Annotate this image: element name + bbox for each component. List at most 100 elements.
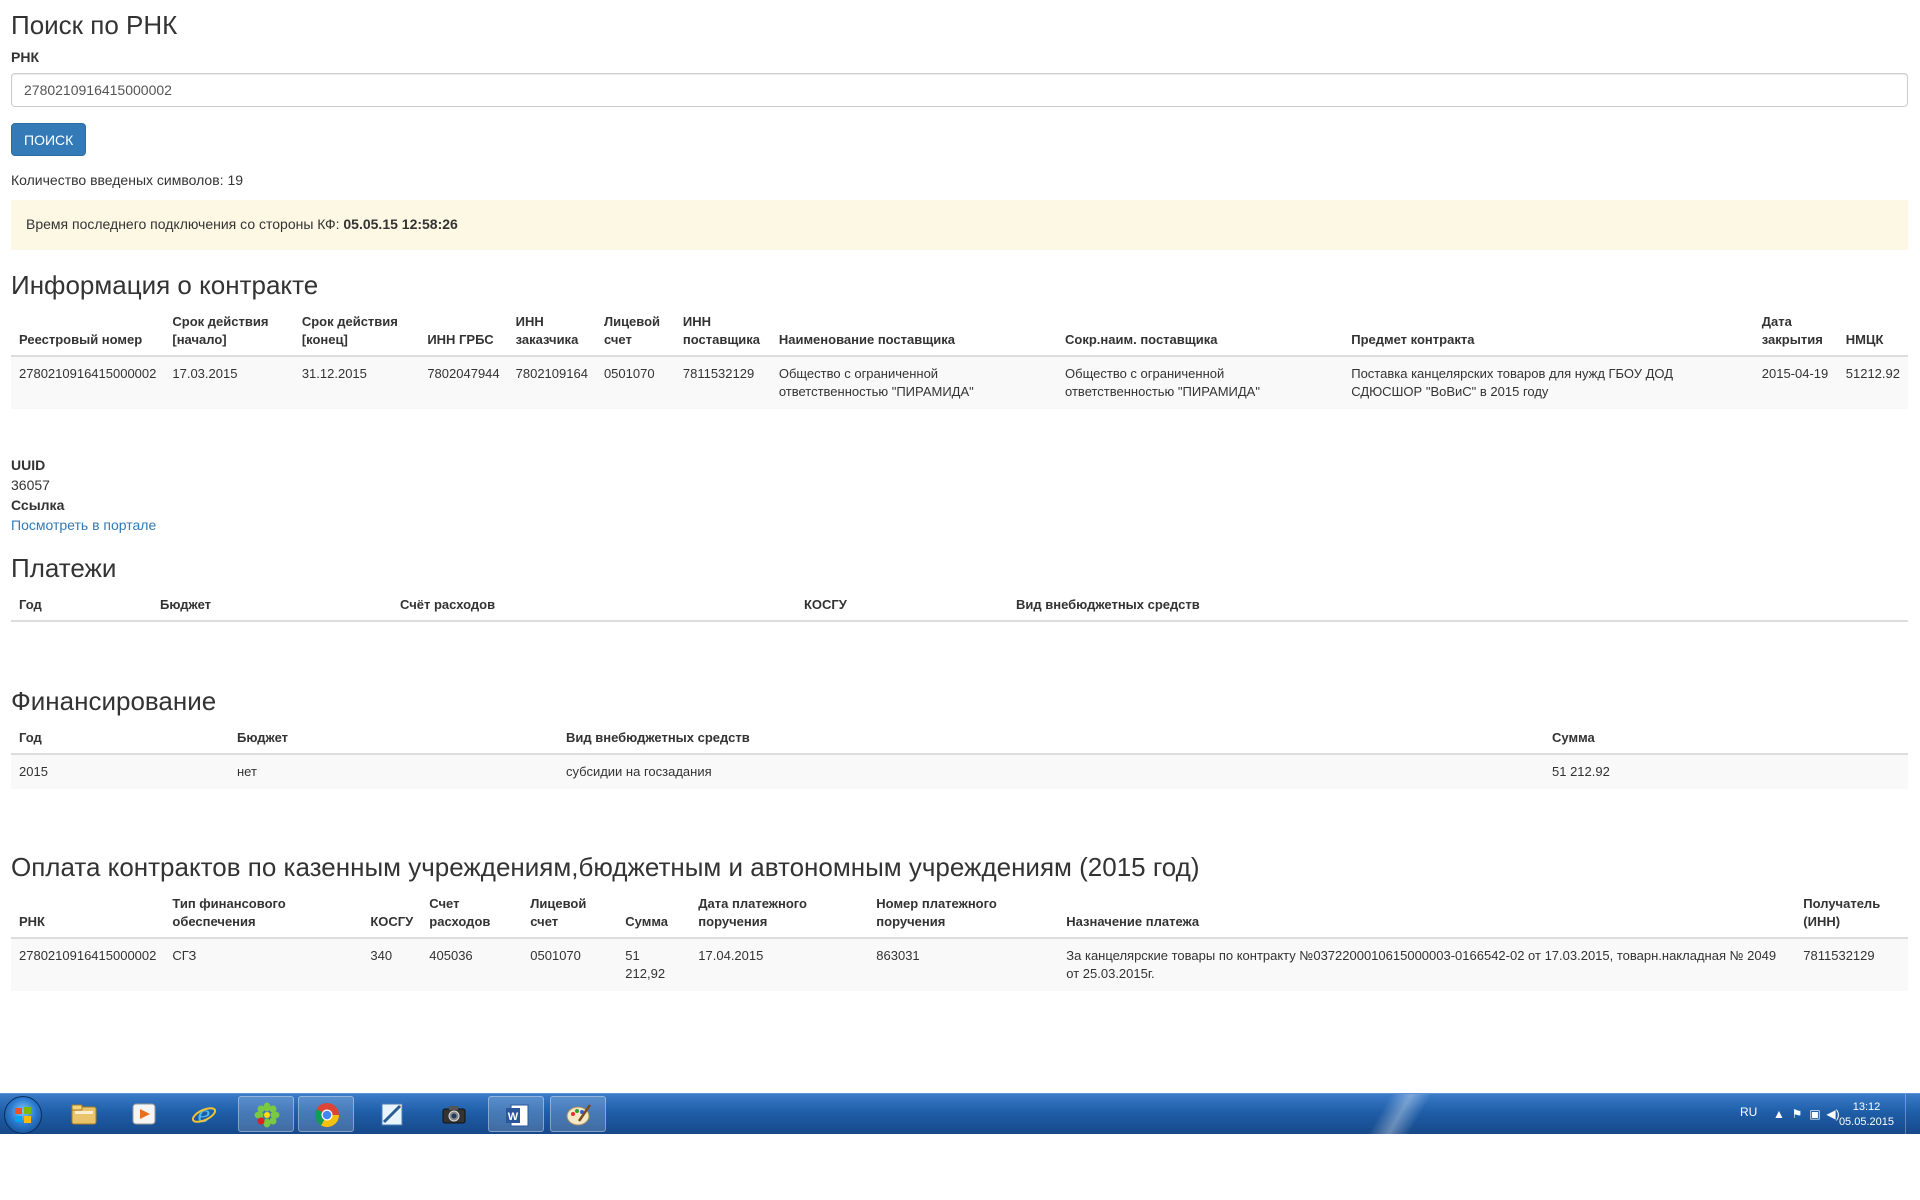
- taskbar: e W RU ▲ ⚑ ▣ ◀) 13:12 05.05.2015: [0, 1093, 1920, 1134]
- taskbar-camera[interactable]: [426, 1096, 482, 1132]
- uuid-label: UUID: [11, 457, 46, 473]
- internet-explorer-icon: e: [191, 1103, 217, 1128]
- col-start: Срок действия [начало]: [164, 307, 294, 357]
- rnk-input[interactable]: [11, 73, 1908, 107]
- chars-counter: Количество введеных символов: 19: [11, 172, 244, 188]
- clock[interactable]: 13:12 05.05.2015: [1839, 1100, 1894, 1130]
- col-offbudget-type: Вид внебюджетных средств: [558, 723, 1544, 755]
- payments-title: Платежи: [11, 553, 117, 583]
- cell: нет: [229, 754, 558, 789]
- oplata-title: Оплата контрактов по казенным учреждения…: [11, 852, 1200, 882]
- table-row: 2015 нет субсидии на госзадания 51 212.9…: [11, 754, 1908, 789]
- search-title: Поиск по РНК: [11, 10, 178, 40]
- word-icon: W: [506, 1104, 529, 1127]
- table-row: 2780210916415000002 17.03.2015 31.12.201…: [11, 356, 1908, 409]
- start-button[interactable]: [4, 1096, 42, 1134]
- cell: 51 212.92: [1544, 754, 1908, 789]
- financing-title: Финансирование: [11, 686, 217, 716]
- col-inn-grbs: ИНН ГРБС: [419, 307, 508, 357]
- col-purpose: Назначение платежа: [1058, 889, 1796, 939]
- col-account: Лицевой счет: [522, 889, 618, 939]
- svg-text:W: W: [508, 1111, 519, 1123]
- volume-icon[interactable]: ◀): [1826, 1107, 1840, 1121]
- col-end: Срок действия [конец]: [293, 307, 420, 357]
- cell: Поставка канцелярских товаров для нужд Г…: [1343, 356, 1754, 409]
- windows-flag-icon: [15, 1107, 31, 1123]
- payments-header-row: Год Бюджет Счёт расходов КОСГУ Вид внебю…: [11, 590, 1908, 622]
- rnk-label: РНК: [11, 49, 39, 65]
- network-icon[interactable]: ▣: [1808, 1107, 1822, 1121]
- col-supplier-short: Сокр.наим. поставщика: [1057, 307, 1344, 357]
- taskbar-notepad[interactable]: [364, 1096, 420, 1132]
- tray-expand-icon[interactable]: ▲: [1772, 1107, 1786, 1121]
- cell: 2015-04-19: [1753, 356, 1838, 409]
- payments-table: Год Бюджет Счёт расходов КОСГУ Вид внебю…: [11, 590, 1908, 622]
- col-order-number: Номер платежного поручения: [868, 889, 1059, 939]
- language-indicator[interactable]: RU: [1740, 1105, 1757, 1119]
- media-player-icon: [132, 1103, 156, 1125]
- col-budget: Бюджет: [152, 590, 392, 622]
- action-center-flag-icon[interactable]: ⚑: [1790, 1107, 1804, 1121]
- uuid-value: 36057: [11, 477, 50, 493]
- camera-icon: [442, 1106, 466, 1124]
- col-sum: Сумма: [1544, 723, 1908, 755]
- col-expense-account: Счет расходов: [421, 889, 523, 939]
- col-supplier-name: Наименование поставщика: [770, 307, 1058, 357]
- chrome-icon: [314, 1103, 339, 1128]
- contract-table: Реестровый номер Срок действия [начало] …: [11, 307, 1908, 409]
- taskbar-chrome[interactable]: [298, 1096, 354, 1132]
- col-kosgu: КОСГУ: [362, 889, 422, 939]
- cell: СГЗ: [164, 938, 363, 991]
- cell: 7811532129: [1795, 938, 1908, 991]
- cell: Общество с ограниченной ответственностью…: [770, 356, 1058, 409]
- financing-table: Год Бюджет Вид внебюджетных средств Сумм…: [11, 723, 1908, 789]
- col-close-date: Дата закрытия: [1753, 307, 1838, 357]
- cell: 51212.92: [1837, 356, 1908, 409]
- last-connection-alert: Время последнего подключения со стороны …: [11, 200, 1908, 250]
- col-offbudget-type: Вид внебюджетных средств: [1008, 590, 1908, 622]
- portal-link[interactable]: Посмотреть в портале: [11, 517, 156, 533]
- contract-title: Информация о контракте: [11, 270, 319, 300]
- col-year: Год: [11, 590, 152, 622]
- taskbar-ie[interactable]: e: [176, 1096, 232, 1132]
- col-finance-type: Тип финансового обеспечения: [164, 889, 363, 939]
- cell: 2015: [11, 754, 229, 789]
- cell: 51 212,92: [617, 938, 691, 991]
- oplata-header-row: РНК Тип финансового обеспечения КОСГУ Сч…: [11, 889, 1908, 939]
- taskbar-word[interactable]: W: [488, 1096, 544, 1132]
- cell: Общество с ограниченной ответственностью…: [1057, 356, 1344, 409]
- cell: За канцелярские товары по контракту №037…: [1058, 938, 1796, 991]
- col-account: Лицевой счет: [595, 307, 675, 357]
- col-rnk: РНК: [11, 889, 165, 939]
- oplata-table: РНК Тип финансового обеспечения КОСГУ Сч…: [11, 889, 1908, 991]
- show-desktop-button[interactable]: [1905, 1094, 1920, 1134]
- cell: 0501070: [595, 356, 675, 409]
- financing-header-row: Год Бюджет Вид внебюджетных средств Сумм…: [11, 723, 1908, 755]
- cell: 863031: [868, 938, 1059, 991]
- clock-time: 13:12: [1852, 1101, 1881, 1113]
- cell: 405036: [421, 938, 523, 991]
- cell: 17.03.2015: [164, 356, 294, 409]
- col-subject: Предмет контракта: [1343, 307, 1754, 357]
- svg-text:e: e: [197, 1103, 210, 1128]
- cell: 0501070: [522, 938, 618, 991]
- col-kosgu: КОСГУ: [796, 590, 1008, 622]
- taskbar-explorer[interactable]: [56, 1096, 112, 1132]
- taskbar-media-player[interactable]: [116, 1096, 172, 1132]
- table-row: 2780210916415000002 СГЗ 340 405036 05010…: [11, 938, 1908, 991]
- col-reg-number: Реестровый номер: [11, 307, 165, 357]
- cell: 7802109164: [507, 356, 596, 409]
- col-year: Год: [11, 723, 229, 755]
- taskbar-icq[interactable]: [238, 1096, 294, 1132]
- icq-icon: [254, 1102, 280, 1128]
- contract-header-row: Реестровый номер Срок действия [начало] …: [11, 307, 1908, 357]
- col-inn-customer: ИНН заказчика: [507, 307, 596, 357]
- cell: 2780210916415000002: [11, 356, 165, 409]
- notepad-icon: [381, 1103, 403, 1126]
- uuid-block: UUID 36057 Ссылка Посмотреть в портале: [11, 455, 156, 535]
- taskbar-paint[interactable]: [550, 1096, 606, 1132]
- col-inn-supplier: ИНН поставщика: [674, 307, 771, 357]
- system-tray: RU ▲ ⚑ ▣ ◀) 13:12 05.05.2015: [1710, 1094, 1920, 1134]
- col-sum: Сумма: [617, 889, 691, 939]
- search-button[interactable]: ПОИСК: [11, 123, 87, 156]
